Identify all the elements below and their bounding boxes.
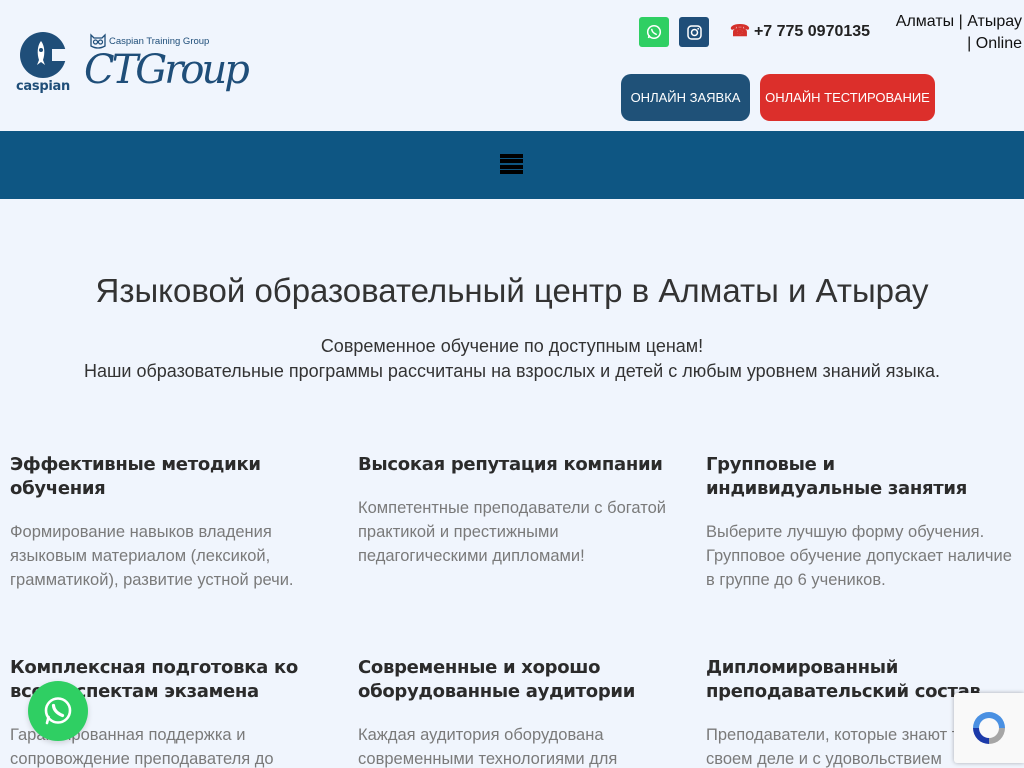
instagram-icon — [686, 24, 702, 40]
feature-title: Эффективные методики обучения — [10, 454, 261, 499]
whatsapp-icon — [44, 697, 72, 725]
feature-card: Групповые и индивидуальные занятия Выбер… — [706, 453, 1016, 592]
cities-list: Алматы | Атырау | Online — [880, 11, 1022, 55]
instagram-button[interactable] — [679, 17, 709, 47]
recaptcha-badge[interactable] — [954, 693, 1024, 763]
feature-text: Каждая аудитория оборудована современным… — [358, 726, 618, 768]
hero-subtitle: Современное обучение по доступным ценам!… — [0, 334, 1024, 384]
phone-number: +7 775 0970135 — [753, 23, 871, 40]
feature-title: Высокая репутация компании — [358, 454, 663, 475]
online-test-button[interactable]: ОНЛАЙН ТЕСТИРОВАНИЕ — [760, 74, 935, 121]
feature-card: Эффективные методики обучения Формирован… — [10, 453, 320, 592]
ctg-logo-big-text: CTGroup — [84, 47, 250, 93]
cities-line-2: | Online — [967, 35, 1022, 52]
phone-icon: ☎ — [730, 23, 750, 40]
cities-line-1: Алматы | Атырау — [895, 13, 1022, 30]
whatsapp-chat-button[interactable] — [28, 681, 88, 741]
rocket-icon — [37, 41, 45, 65]
ctg-logo[interactable]: Caspian Training Group CTGroup — [82, 33, 250, 99]
online-apply-button[interactable]: ОНЛАЙН ЗАЯВКА — [621, 74, 750, 121]
site-header: caspian Caspian Training Group CTGroup ☎… — [0, 0, 1024, 131]
menu-icon[interactable] — [500, 152, 523, 176]
feature-text: Компетентные преподаватели с богатой пра… — [358, 499, 667, 565]
caspian-logo[interactable]: caspian — [16, 32, 72, 96]
feature-text: Формирование навыков владения языковым м… — [10, 523, 294, 589]
hero-subtitle-line-2: Наши образовательные программы рассчитан… — [83, 361, 941, 381]
whatsapp-button[interactable] — [639, 17, 669, 47]
feature-card: Высокая репутация компании Компетентные … — [358, 453, 668, 568]
recaptcha-icon — [973, 712, 1005, 744]
feature-card: Современные и хорошо оборудованные аудит… — [358, 656, 668, 768]
feature-title: Современные и хорошо оборудованные аудит… — [358, 657, 636, 702]
hero-title: Языковой образовательный центр в Алматы … — [95, 272, 929, 309]
whatsapp-icon — [646, 24, 662, 40]
feature-title: Групповые и индивидуальные занятия — [706, 454, 967, 499]
ctg-logo-small-text: Caspian Training Group — [109, 36, 210, 47]
caspian-logo-text: caspian — [16, 79, 70, 94]
phone-link[interactable]: ☎ +7 775 0970135 — [730, 21, 870, 41]
feature-text: Выберите лучшую форму обучения. Группово… — [706, 523, 1012, 589]
hero-subtitle-line-1: Современное обучение по доступным ценам! — [320, 336, 704, 356]
caspian-logo-mark — [20, 32, 72, 78]
